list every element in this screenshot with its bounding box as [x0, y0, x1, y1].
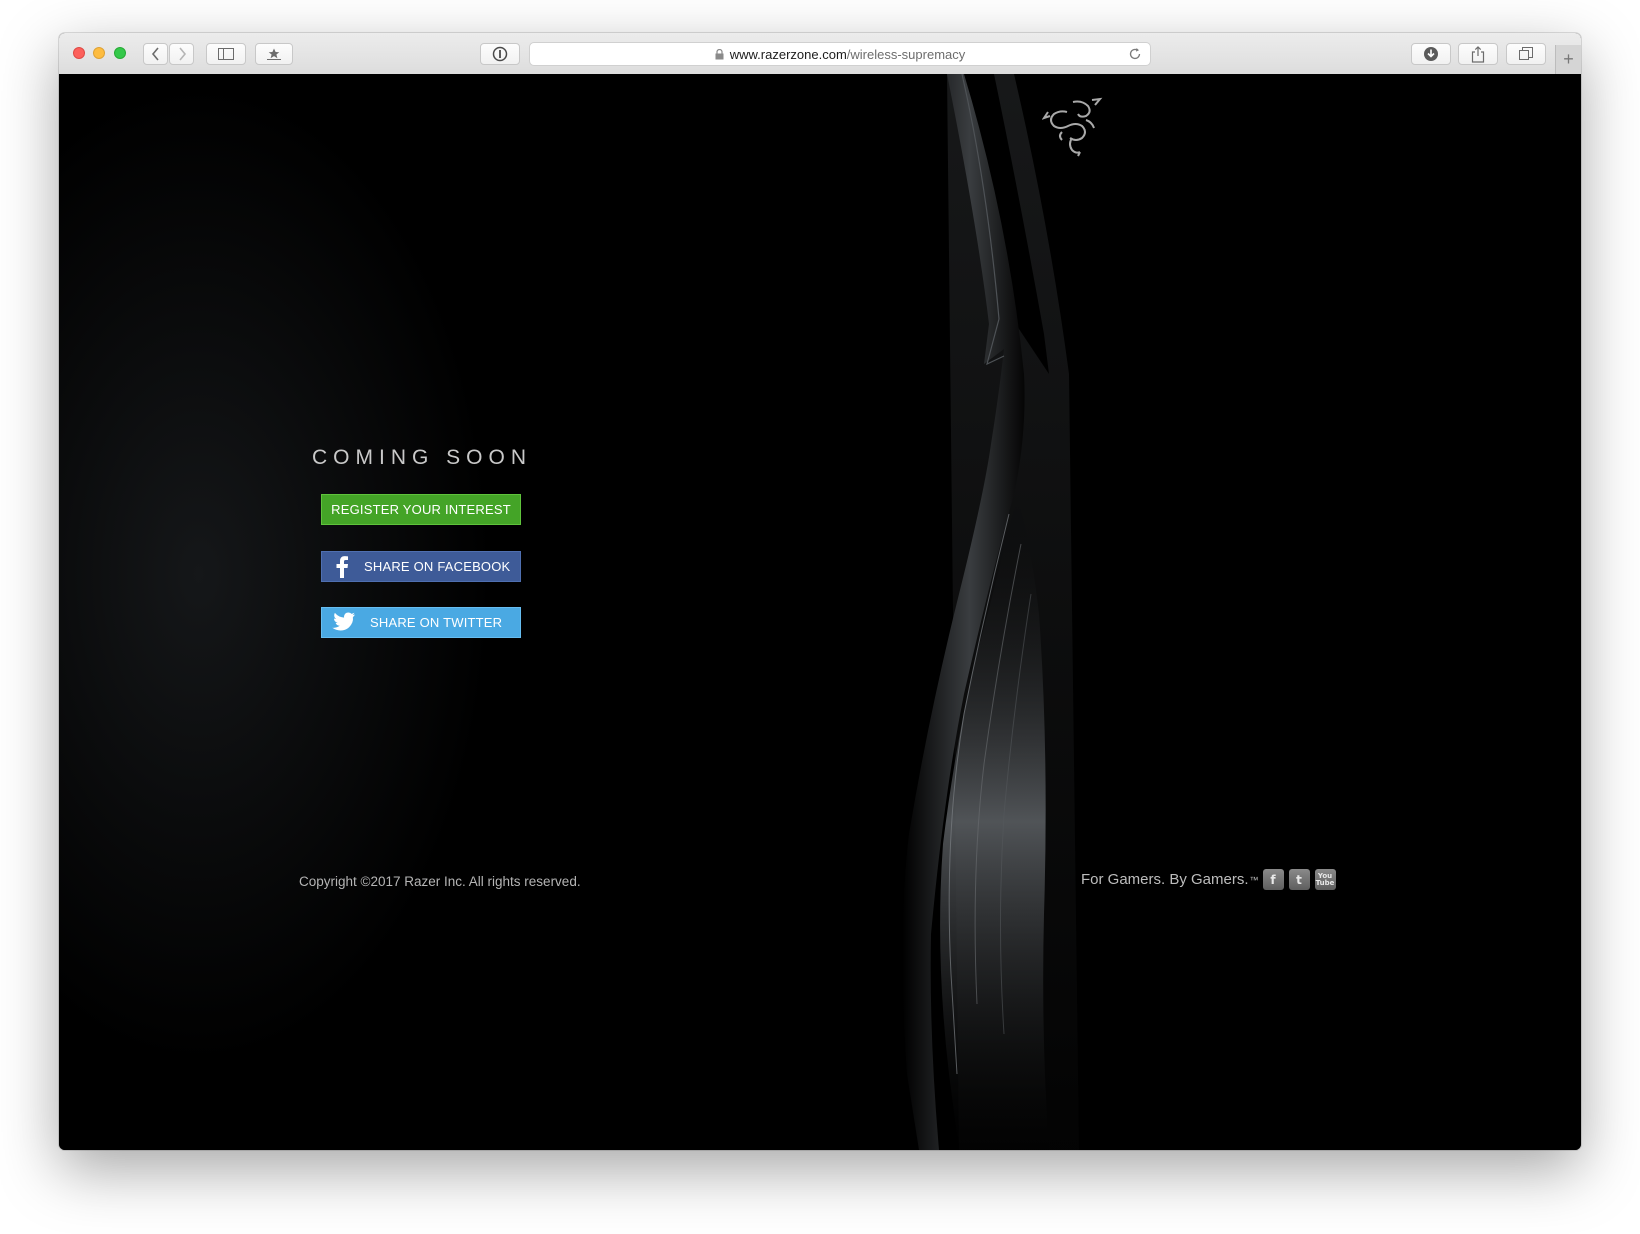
lock-icon: [715, 48, 724, 59]
downloads-button[interactable]: [1411, 43, 1451, 65]
share-twitter-label: SHARE ON TWITTER: [370, 615, 503, 630]
download-icon: [1424, 47, 1438, 61]
mouse-silhouette-image: [902, 74, 1079, 1150]
address-bar[interactable]: www.razerzone.com/wireless-supremacy: [529, 42, 1151, 66]
footer-facebook-icon[interactable]: f: [1262, 869, 1284, 890]
plus-icon: +: [1563, 49, 1574, 69]
register-interest-button[interactable]: REGISTER YOUR INTEREST: [321, 494, 521, 525]
share-facebook-label: SHARE ON FACEBOOK: [364, 559, 511, 574]
maximize-window-button[interactable]: [114, 47, 126, 59]
tabs-icon: [1519, 47, 1533, 60]
browser-window: www.razerzone.com/wireless-supremacy + C…: [59, 33, 1581, 1150]
share-icon: [1471, 45, 1485, 63]
footer-facebook-glyph: f: [1270, 872, 1276, 887]
close-window-button[interactable]: [73, 47, 85, 59]
page-heading: COMING SOON: [312, 446, 533, 469]
sidebar-icon: [218, 48, 234, 60]
facebook-icon: [326, 552, 358, 581]
footer-youtube-glyph-bottom: Tube: [1315, 878, 1335, 887]
forward-button[interactable]: [169, 43, 194, 65]
info-icon: [492, 46, 508, 62]
url-host: www.razerzone.com: [729, 46, 847, 62]
chevron-left-icon: [151, 47, 159, 61]
sidebar-button[interactable]: [206, 43, 246, 65]
trademark-mark: ™: [1249, 874, 1259, 885]
url-path: /wireless-supremacy: [846, 46, 966, 62]
star-icon: [267, 48, 281, 60]
footer-youtube-icon[interactable]: You Tube: [1314, 869, 1336, 890]
footer-twitter-icon[interactable]: t: [1288, 869, 1310, 890]
share-twitter-button[interactable]: SHARE ON TWITTER: [321, 607, 521, 638]
tagline-text: For Gamers. By Gamers.: [1081, 871, 1249, 888]
reader-info-button[interactable]: [480, 43, 520, 65]
reload-icon[interactable]: [1128, 47, 1142, 61]
browser-toolbar: www.razerzone.com/wireless-supremacy +: [59, 33, 1581, 75]
minimize-window-button[interactable]: [93, 47, 105, 59]
back-button[interactable]: [143, 43, 168, 65]
footer-tagline: For Gamers. By Gamers. ™ f t You Tube: [1081, 869, 1336, 890]
share-button[interactable]: [1458, 43, 1498, 65]
register-interest-label: REGISTER YOUR INTEREST: [331, 502, 511, 517]
chevron-right-icon: [178, 47, 186, 61]
razer-logo: [1042, 97, 1103, 157]
bookmarks-button[interactable]: [255, 43, 293, 65]
footer-twitter-glyph: t: [1296, 872, 1302, 887]
copyright-text: Copyright ©2017 Razer Inc. All rights re…: [299, 874, 581, 889]
tabs-overview-button[interactable]: [1506, 43, 1546, 65]
page-content: COMING SOON REGISTER YOUR INTEREST SHARE…: [59, 74, 1581, 1150]
twitter-bird-icon: [326, 608, 358, 637]
new-tab-button[interactable]: +: [1555, 45, 1581, 74]
share-facebook-button[interactable]: SHARE ON FACEBOOK: [321, 551, 521, 582]
